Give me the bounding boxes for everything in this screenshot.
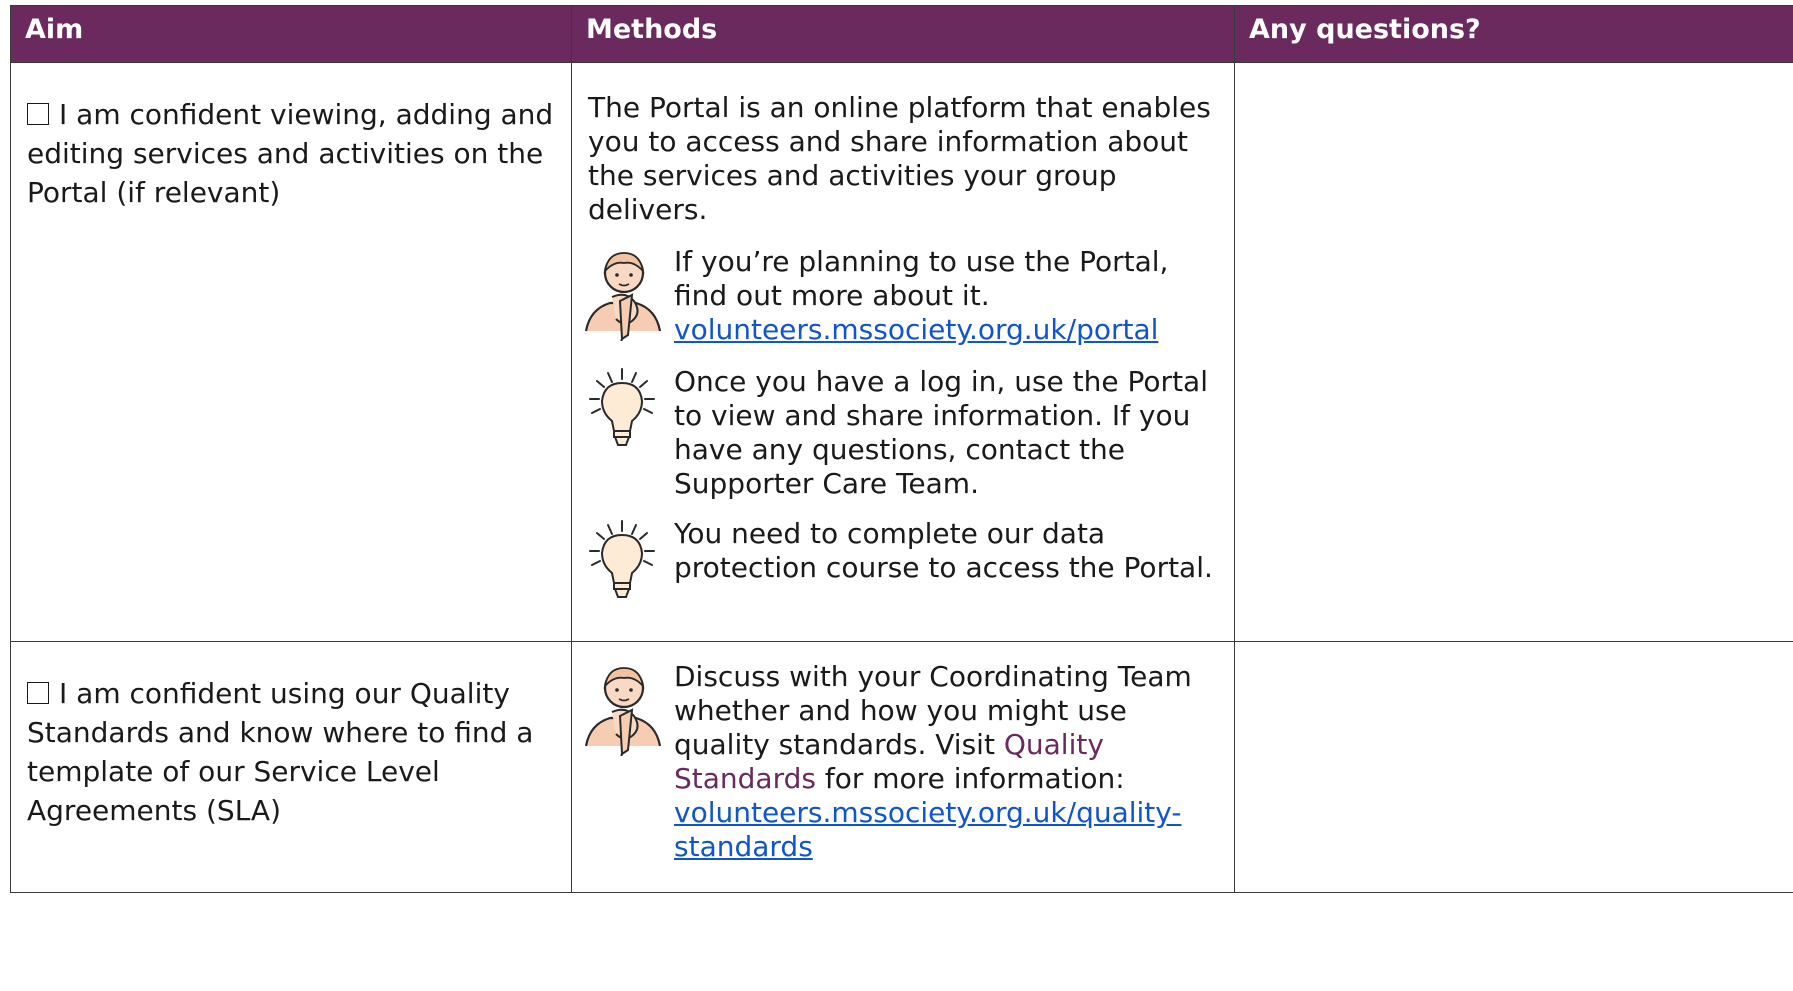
method-item: Discuss with your Coordinating Team whet… — [582, 660, 1224, 864]
questions-cell[interactable] — [1234, 641, 1793, 893]
method-item: If you’re planning to use the Portal, fi… — [582, 245, 1224, 349]
lightbulb-icon — [582, 517, 674, 617]
aim-checkbox[interactable] — [27, 682, 49, 704]
person-thinking-icon — [582, 660, 674, 764]
methods-intro: The Portal is an online platform that en… — [588, 91, 1211, 226]
table-row: I am confident viewing, adding and editi… — [10, 62, 1793, 642]
person-thinking-icon — [582, 245, 674, 349]
portal-link[interactable]: volunteers.mssociety.org.uk/portal — [674, 313, 1158, 346]
method-text: Once you have a log in, use the Portal t… — [674, 365, 1208, 500]
lightbulb-icon — [582, 365, 674, 465]
method-text: Discuss with your Coordinating Team whet… — [674, 660, 1192, 761]
aim-checkbox[interactable] — [27, 103, 49, 125]
document-page: Aim Methods Any questions? I am confiden… — [0, 0, 1793, 991]
aim-text: I am confident using our Quality Standar… — [27, 677, 534, 827]
questions-cell[interactable] — [1234, 62, 1793, 642]
header-methods: Methods — [571, 5, 1235, 63]
header-row: Aim Methods Any questions? — [10, 5, 1793, 63]
method-item: You need to complete our data protection… — [582, 517, 1224, 617]
aim-cell: I am confident using our Quality Standar… — [10, 641, 572, 893]
method-text-after: for more information: — [815, 762, 1125, 795]
methods-cell: The Portal is an online platform that en… — [571, 62, 1235, 642]
method-text: If you’re planning to use the Portal, fi… — [674, 245, 1169, 312]
aim-text: I am confident viewing, adding and editi… — [27, 98, 554, 209]
header-questions: Any questions? — [1234, 5, 1793, 63]
methods-cell: Discuss with your Coordinating Team whet… — [571, 641, 1235, 893]
table-row: I am confident using our Quality Standar… — [10, 641, 1793, 893]
aim-cell: I am confident viewing, adding and editi… — [10, 62, 572, 642]
header-aim: Aim — [10, 5, 572, 63]
method-text: You need to complete our data protection… — [674, 517, 1213, 584]
method-item: Once you have a log in, use the Portal t… — [582, 365, 1224, 501]
quality-standards-url-link[interactable]: volunteers.mssociety.org.uk/quality-stan… — [674, 796, 1181, 863]
checklist-table: Aim Methods Any questions? I am confiden… — [10, 5, 1793, 893]
